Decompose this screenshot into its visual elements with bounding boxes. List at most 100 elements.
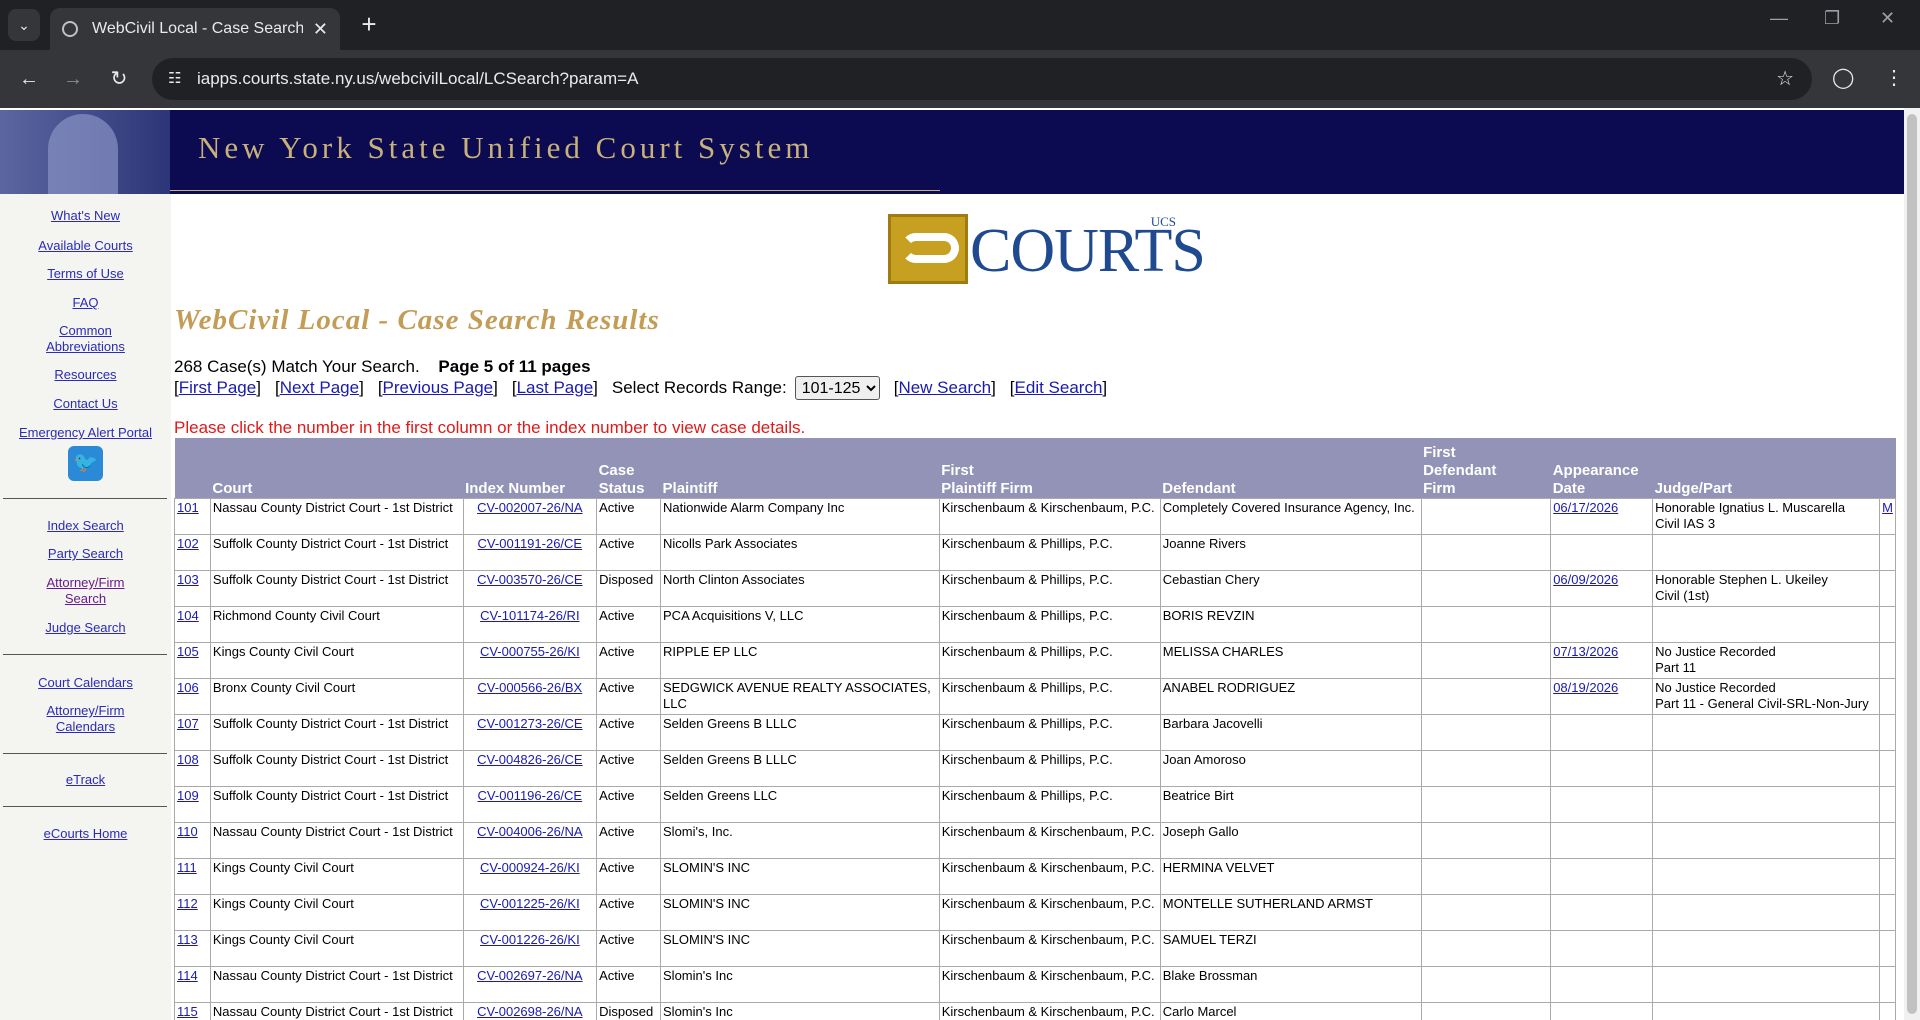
case-number-link[interactable]: 105 (177, 644, 199, 659)
sidebar-link-faq[interactable]: FAQ (0, 295, 171, 311)
index-number-link[interactable]: CV-001225-26/KI (480, 896, 580, 911)
case-number-link[interactable]: 114 (177, 968, 198, 983)
sidebar-link-judge-search[interactable]: Judge Search (0, 620, 171, 636)
index-number-cell[interactable]: CV-101174-26/RI (462, 605, 598, 643)
index-number-link[interactable]: CV-101174-26/RI (480, 608, 580, 623)
tab-search-button[interactable]: ⌄ (8, 9, 40, 41)
sidebar-link-ecourts-home[interactable]: eCourts Home (0, 826, 171, 842)
new-search-link[interactable]: New Search (898, 378, 991, 398)
appearance-date-link[interactable]: 06/09/2026 (1553, 572, 1618, 587)
restore-icon[interactable]: ❐ (1824, 8, 1840, 29)
case-number-link[interactable]: 101 (177, 500, 199, 515)
sidebar-link-court-calendars[interactable]: Court Calendars (0, 675, 171, 691)
index-number-link[interactable]: CV-001226-26/KI (480, 932, 580, 947)
index-number-link[interactable]: CV-004006-26/NA (477, 824, 583, 839)
index-number-cell[interactable]: CV-001225-26/KI (462, 893, 598, 931)
index-number-cell[interactable]: CV-001191-26/CE (462, 533, 598, 571)
case-number-cell[interactable]: 112 (174, 893, 211, 931)
index-number-cell[interactable]: CV-004006-26/NA (462, 821, 598, 859)
index-number-cell[interactable]: CV-001196-26/CE (462, 785, 598, 823)
appearance-date-cell[interactable]: 06/09/2026 (1550, 569, 1654, 607)
index-number-link[interactable]: CV-000755-26/KI (480, 644, 580, 659)
url-text[interactable]: iapps.courts.state.ny.us/webcivilLocal/L… (197, 69, 638, 89)
index-number-link[interactable]: CV-002698-26/NA (477, 1004, 583, 1019)
sidebar-link-attorney-firm-calendars[interactable]: Attorney/Firm Calendars (35, 703, 136, 735)
records-range-select[interactable]: 101-125 (794, 376, 880, 400)
index-number-link[interactable]: CV-001273-26/CE (477, 716, 583, 731)
twitter-icon[interactable]: 🐦 (68, 446, 103, 481)
index-number-link[interactable]: CV-004826-26/CE (477, 752, 583, 767)
appearance-date-cell[interactable]: 07/13/2026 (1550, 641, 1654, 679)
last-page-link[interactable]: Last Page (517, 378, 594, 398)
case-number-link[interactable]: 108 (177, 752, 199, 767)
address-bar[interactable]: ☷ iapps.courts.state.ny.us/webcivilLocal… (152, 58, 1812, 100)
sidebar-link-common-abbreviations[interactable]: Common Abbreviations (35, 323, 136, 355)
index-number-cell[interactable]: CV-002697-26/NA (462, 965, 598, 1003)
index-number-cell[interactable]: CV-002007-26/NA (462, 497, 598, 535)
bookmark-star-icon[interactable]: ☆ (1776, 66, 1794, 91)
previous-page-link[interactable]: Previous Page (383, 378, 494, 398)
case-number-link[interactable]: 104 (177, 608, 199, 623)
sidebar-link-attorney-firm-search[interactable]: Attorney/Firm Search (35, 575, 136, 607)
case-number-link[interactable]: 115 (177, 1004, 198, 1019)
index-number-cell[interactable]: CV-000924-26/KI (462, 857, 598, 895)
edit-search-link[interactable]: Edit Search (1015, 378, 1103, 398)
back-arrow-icon[interactable]: ← (14, 64, 44, 94)
index-number-link[interactable]: CV-000924-26/KI (480, 860, 580, 875)
sidebar-link-party-search[interactable]: Party Search (0, 546, 171, 562)
appearance-date-cell[interactable]: 08/19/2026 (1550, 677, 1654, 715)
sidebar-link-resources[interactable]: Resources (0, 367, 171, 383)
scrollbar-thumb[interactable] (1907, 114, 1917, 1014)
next-page-link[interactable]: Next Page (280, 378, 359, 398)
index-number-cell[interactable]: CV-003570-26/CE (462, 569, 598, 607)
appearance-date-link[interactable]: 07/13/2026 (1553, 644, 1618, 659)
case-number-cell[interactable]: 103 (174, 569, 211, 607)
case-number-cell[interactable]: 111 (174, 857, 211, 895)
case-number-link[interactable]: 103 (177, 572, 199, 587)
case-number-link[interactable]: 106 (177, 680, 199, 695)
case-number-cell[interactable]: 102 (174, 533, 211, 571)
close-tab-icon[interactable]: ✕ (313, 19, 328, 40)
case-number-link[interactable]: 113 (177, 932, 198, 947)
site-info-icon[interactable]: ☷ (168, 69, 188, 89)
close-window-icon[interactable]: ✕ (1880, 8, 1895, 29)
sidebar-link-whats-new[interactable]: What's New (0, 208, 171, 224)
case-number-cell[interactable]: 104 (174, 605, 211, 643)
case-number-cell[interactable]: 107 (174, 713, 211, 751)
case-number-cell[interactable]: 101 (174, 497, 211, 535)
case-number-link[interactable]: 109 (177, 788, 199, 803)
appearance-date-link[interactable]: 08/19/2026 (1553, 680, 1618, 695)
minimize-icon[interactable]: — (1770, 8, 1788, 29)
forward-arrow-icon[interactable]: → (58, 64, 88, 94)
sidebar-link-etrack[interactable]: eTrack (0, 772, 171, 788)
case-number-link[interactable]: 107 (177, 716, 199, 731)
case-number-link[interactable]: 110 (177, 824, 198, 839)
new-tab-button[interactable]: + (354, 10, 384, 40)
index-number-cell[interactable]: CV-001273-26/CE (462, 713, 598, 751)
index-number-link[interactable]: CV-003570-26/CE (477, 572, 583, 587)
active-tab[interactable]: WebCivil Local - Case Search Re ✕ (50, 8, 340, 50)
sidebar-link-contact-us[interactable]: Contact Us (0, 396, 171, 412)
case-number-cell[interactable]: 113 (174, 929, 211, 967)
appearance-date-link[interactable]: 06/17/2026 (1553, 500, 1618, 515)
index-number-cell[interactable]: CV-000755-26/KI (462, 641, 598, 679)
index-number-cell[interactable]: CV-004826-26/CE (462, 749, 598, 787)
case-number-link[interactable]: 102 (177, 536, 199, 551)
appearance-date-cell[interactable]: 06/17/2026 (1550, 497, 1654, 535)
more-menu-icon[interactable]: ⋮ (1884, 65, 1904, 90)
case-number-cell[interactable]: 114 (174, 965, 211, 1003)
case-number-cell[interactable]: 110 (174, 821, 211, 859)
sidebar-link-terms-of-use[interactable]: Terms of Use (0, 266, 171, 282)
index-number-link[interactable]: CV-000566-26/BX (477, 680, 582, 695)
index-number-link[interactable]: CV-001191-26/CE (478, 536, 583, 551)
extra-cell[interactable]: M (1879, 497, 1896, 535)
case-number-cell[interactable]: 105 (174, 641, 211, 679)
case-number-link[interactable]: 112 (177, 896, 198, 911)
reload-icon[interactable]: ↻ (104, 64, 134, 94)
index-number-link[interactable]: CV-002007-26/NA (477, 500, 583, 515)
first-page-link[interactable]: First Page (179, 378, 256, 398)
index-number-cell[interactable]: CV-000566-26/BX (462, 677, 598, 715)
case-number-link[interactable]: 111 (177, 860, 197, 875)
case-number-cell[interactable]: 106 (174, 677, 211, 715)
index-number-link[interactable]: CV-002697-26/NA (477, 968, 583, 983)
